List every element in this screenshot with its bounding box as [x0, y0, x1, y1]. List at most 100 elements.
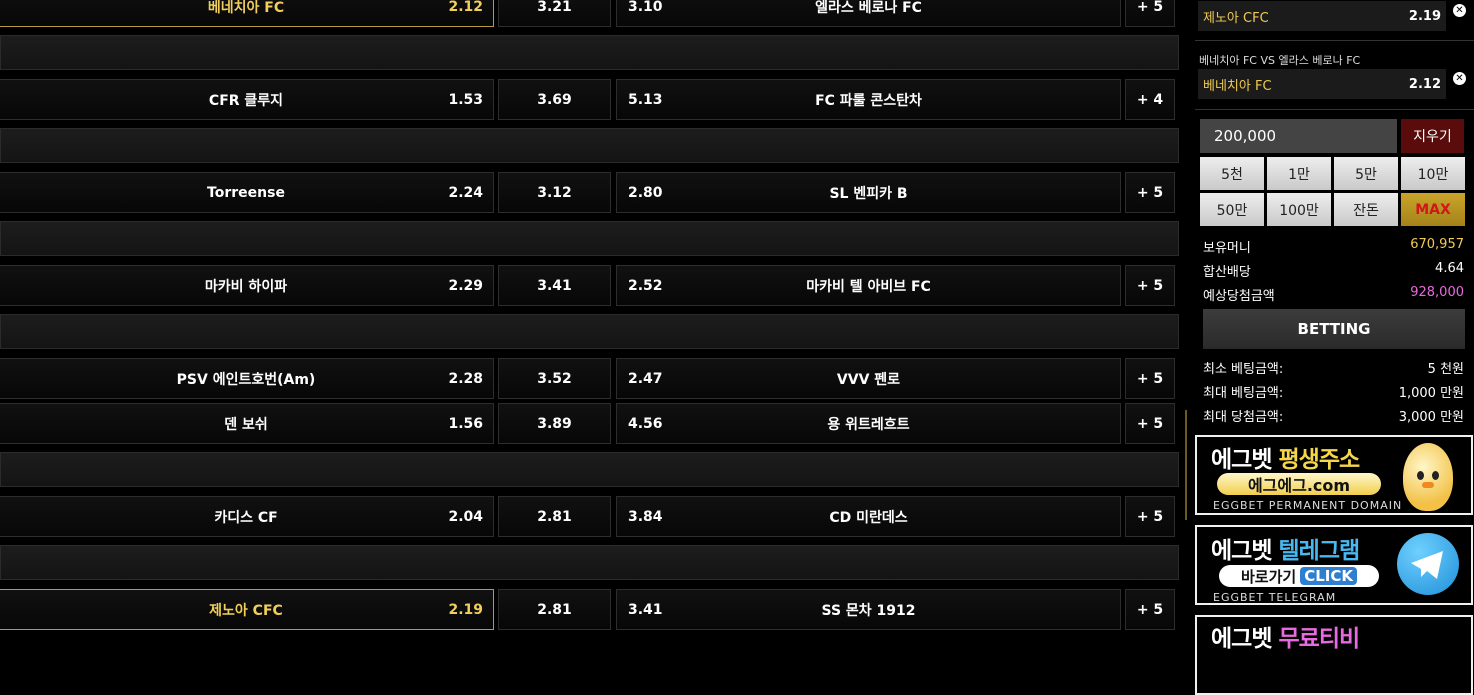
banner-title: 에그벳 텔레그램	[1211, 531, 1360, 565]
home-odds-button[interactable]: PSV 에인트호번(Am) 2.28	[0, 358, 494, 399]
chip-5k-button[interactable]: 5천	[1200, 157, 1264, 190]
match-row: 마카비 하이파 2.29 3.41 마카비 텔 아비브 FC 2.52 + 5	[0, 265, 1180, 306]
max-bet-label: 최대 베팅금액:	[1203, 386, 1284, 401]
home-odds-button[interactable]: Torreense 2.24	[0, 172, 494, 213]
chip-500k-button[interactable]: 50만	[1200, 193, 1264, 226]
draw-odds: 3.21	[537, 0, 572, 15]
home-odds-button[interactable]: 마카비 하이파 2.29	[0, 265, 494, 306]
more-count: + 5	[1136, 184, 1164, 201]
max-win-value: 3,000 만원	[1398, 410, 1464, 425]
telegram-banner[interactable]: 에그벳 텔레그램 바로가기 CLICK EGGBET TELEGRAM	[1195, 525, 1473, 605]
more-markets-button[interactable]: + 5	[1125, 403, 1175, 444]
chip-10k-button[interactable]: 1만	[1267, 157, 1331, 190]
home-odds: 1.56	[448, 415, 483, 432]
away-odds-button[interactable]: 엘라스 베로나 FC 3.10	[616, 0, 1121, 27]
home-odds-button[interactable]: 베네치아 FC 2.12	[0, 0, 494, 27]
more-count: + 5	[1136, 601, 1164, 618]
more-markets-button[interactable]: + 5	[1125, 589, 1175, 630]
home-odds-button[interactable]: 덴 보쉬 1.56	[0, 403, 494, 444]
draw-odds: 3.41	[537, 277, 572, 294]
draw-odds: 3.69	[537, 91, 572, 108]
home-odds-button[interactable]: 카디스 CF 2.04	[0, 496, 494, 537]
egg-mascot-icon	[1403, 443, 1453, 511]
match-list: 베네치아 FC 2.12 3.21 엘라스 베로나 FC 3.10 + 5 CF…	[0, 0, 1190, 636]
home-odds: 2.19	[448, 601, 483, 618]
banner-pill-text: 바로가기	[1241, 567, 1297, 586]
away-odds-button[interactable]: CD 미란데스 3.84	[616, 496, 1121, 537]
home-odds-button[interactable]: 제노아 CFC 2.19	[0, 589, 494, 630]
domain-banner[interactable]: 에그벳 평생주소 에그에그.com EGGBET PERMANENT DOMAI…	[1195, 435, 1473, 515]
away-team-name: VVV 펜로	[836, 371, 901, 388]
more-markets-button[interactable]: + 5	[1125, 496, 1175, 537]
expected-win-label: 예상당첨금액	[1203, 289, 1275, 304]
away-odds: 5.13	[628, 91, 663, 108]
draw-odds-button[interactable]: 3.89	[498, 403, 611, 444]
scrollbar-thumb[interactable]	[1185, 410, 1187, 520]
league-header	[0, 452, 1179, 487]
betslip-match: 베네치아 FC VS 엘라스 베로나 FC	[1199, 54, 1361, 67]
draw-odds: 2.81	[537, 508, 572, 525]
chip-100k-button[interactable]: 10만	[1401, 157, 1465, 190]
match-row: Torreense 2.24 3.12 SL 벤피카 B 2.80 + 5	[0, 172, 1180, 213]
home-team-name: 베네치아 FC	[207, 0, 285, 16]
chip-50k-button[interactable]: 5만	[1334, 157, 1398, 190]
draw-odds-button[interactable]: 3.52	[498, 358, 611, 399]
clear-button[interactable]: 지우기	[1401, 119, 1464, 153]
away-odds-button[interactable]: SL 벤피카 B 2.80	[616, 172, 1121, 213]
draw-odds-button[interactable]: 2.81	[498, 496, 611, 537]
remove-icon[interactable]: ✕	[1453, 4, 1466, 17]
away-team-name: 용 위트레흐트	[827, 416, 910, 433]
match-row: CFR 클루지 1.53 3.69 FC 파룰 콘스탄차 5.13 + 4	[0, 79, 1180, 120]
tv-banner[interactable]: 에그벳 무료티비	[1195, 615, 1473, 695]
draw-odds-button[interactable]: 2.81	[498, 589, 611, 630]
away-odds-button[interactable]: FC 파룰 콘스탄차 5.13	[616, 79, 1121, 120]
away-odds-button[interactable]: 용 위트레흐트 4.56	[616, 403, 1121, 444]
away-team-name: SL 벤피카 B	[829, 185, 908, 202]
home-team-name: 마카비 하이파	[204, 278, 288, 295]
draw-odds: 2.81	[537, 601, 572, 618]
banner-domain-pill: 에그에그.com	[1217, 473, 1381, 495]
balance-row: 보유머니 670,957	[1203, 237, 1464, 256]
expected-win-value: 928,000	[1410, 285, 1464, 300]
betslip-team: 베네치아 FC	[1203, 78, 1272, 94]
remove-icon[interactable]: ✕	[1453, 72, 1466, 85]
bet-amount-input[interactable]: 200,000	[1200, 119, 1397, 153]
match-row: 카디스 CF 2.04 2.81 CD 미란데스 3.84 + 5	[0, 496, 1180, 537]
draw-odds-button[interactable]: 3.12	[498, 172, 611, 213]
draw-odds: 3.12	[537, 184, 572, 201]
away-odds-button[interactable]: VVV 펜로 2.47	[616, 358, 1121, 399]
away-odds-button[interactable]: 마카비 텔 아비브 FC 2.52	[616, 265, 1121, 306]
league-header	[0, 314, 1179, 349]
more-markets-button[interactable]: + 5	[1125, 358, 1175, 399]
draw-odds-button[interactable]: 3.21	[498, 0, 611, 27]
more-markets-button[interactable]: + 5	[1125, 265, 1175, 306]
total-odds-value: 4.64	[1435, 261, 1464, 276]
league-header	[0, 35, 1179, 70]
total-odds-row: 합산배당 4.64	[1203, 261, 1464, 280]
league-header	[0, 221, 1179, 256]
betting-button[interactable]: BETTING	[1203, 309, 1465, 349]
draw-odds: 3.89	[537, 415, 572, 432]
away-team-name: SS 몬차 1912	[821, 602, 916, 619]
betslip-item: 제노아 CFC 2.19	[1198, 1, 1446, 31]
chip-1m-button[interactable]: 100만	[1267, 193, 1331, 226]
away-team-name: CD 미란데스	[829, 509, 908, 526]
more-count: + 5	[1136, 0, 1164, 15]
balance-value: 670,957	[1410, 237, 1464, 252]
banner-brand: 에그벳	[1211, 538, 1272, 564]
draw-odds-button[interactable]: 3.69	[498, 79, 611, 120]
more-markets-button[interactable]: + 5	[1125, 172, 1175, 213]
home-odds-button[interactable]: CFR 클루지 1.53	[0, 79, 494, 120]
away-odds: 2.52	[628, 277, 663, 294]
match-row: PSV 에인트호번(Am) 2.28 3.52 VVV 펜로 2.47 + 5	[0, 358, 1180, 399]
away-odds-button[interactable]: SS 몬차 1912 3.41	[616, 589, 1121, 630]
chip-max-button[interactable]: MAX	[1401, 193, 1465, 226]
more-count: + 5	[1136, 508, 1164, 525]
more-markets-button[interactable]: + 4	[1125, 79, 1175, 120]
draw-odds-button[interactable]: 3.41	[498, 265, 611, 306]
banner-highlight: 평생주소	[1278, 447, 1361, 473]
home-team-name: 덴 보쉬	[224, 416, 268, 433]
more-markets-button[interactable]: + 5	[1125, 0, 1175, 27]
chip-change-button[interactable]: 잔돈	[1334, 193, 1398, 226]
home-odds: 2.04	[448, 508, 483, 525]
